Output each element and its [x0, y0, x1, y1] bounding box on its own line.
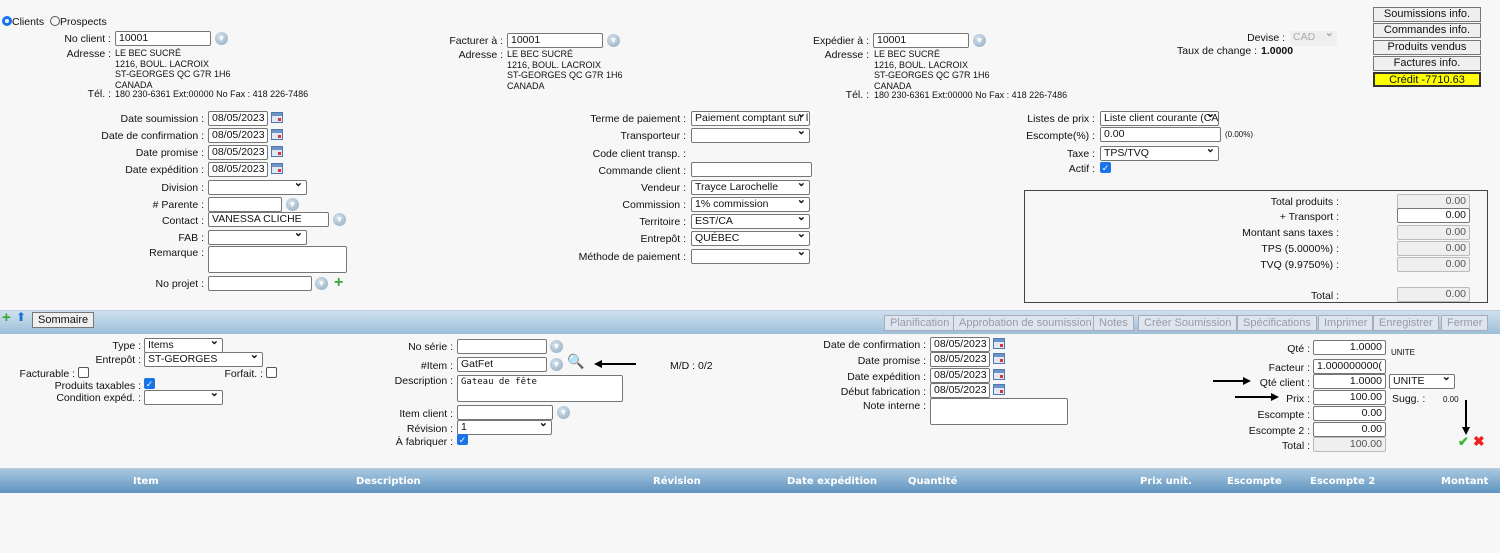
column-header-escompte[interactable]: Escompte	[1227, 476, 1282, 487]
column-header-description[interactable]: Description	[356, 476, 421, 487]
column-header-prix-unit[interactable]: Prix unit.	[1140, 476, 1192, 487]
column-header-quantite[interactable]: Quantité	[908, 476, 957, 487]
column-header-montant[interactable]: Montant	[1441, 476, 1488, 487]
column-header-item[interactable]: Item	[133, 476, 159, 487]
column-header-escompte2[interactable]: Escompte 2	[1310, 476, 1375, 487]
column-header-date-expedition[interactable]: Date expédition	[787, 476, 877, 487]
column-header-revision[interactable]: Révision	[653, 476, 701, 487]
